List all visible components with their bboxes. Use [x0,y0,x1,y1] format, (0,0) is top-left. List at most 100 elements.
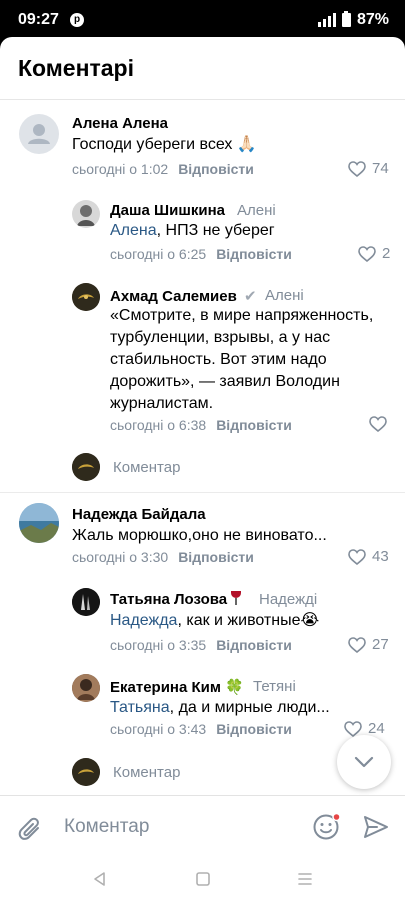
wine-glass-icon [231,591,242,605]
comment-text: Алена, НПЗ не уберег [110,220,275,242]
like-count: 74 [372,160,389,177]
nav-back-button[interactable] [92,871,106,892]
like-count: 43 [372,548,389,565]
comment-body: , да и мирные люди... [169,699,330,716]
comment-text: Надежда, как и животные😭 [110,610,319,632]
comment-meta: сьогодні о 3:35 Відповісти [110,637,292,653]
comment-meta: сьогодні о 3:43 Відповісти [110,721,292,737]
comment-time: сьогодні о 6:38 [110,417,207,433]
comment-input[interactable]: Коментар [64,816,149,838]
my-avatar [72,758,100,786]
reply-button[interactable]: Відповісти [216,721,292,737]
comment-meta: сьогодні о 6:38 Відповісти [110,417,292,433]
comment-time: сьогодні о 3:30 [72,549,169,565]
back-triangle-icon [94,872,105,886]
comment-text-line: турбуленции, взрывы, а у нас [110,329,331,346]
comments-sheet: Коментарі Алена Алена Господи убереги вс… [0,37,405,863]
heart-icon [358,245,376,262]
reply-to-label[interactable]: Тетяні [253,678,296,695]
divider [0,99,405,100]
like-button[interactable]: 74 [348,160,389,177]
mention-link[interactable]: Татьяна [110,699,170,716]
like-button[interactable]: 27 [348,636,389,653]
status-right: 87% [317,11,389,29]
like-count: 27 [372,636,389,653]
page-title: Коментарі [18,55,134,81]
heart-icon [348,548,366,565]
pinterest-icon: p [70,13,84,27]
menu-lines-icon [298,873,312,885]
comment-meta: сьогодні о 1:02 Відповісти [72,161,254,177]
avatar-nadezhda[interactable] [19,503,59,543]
status-time: 09:27 [18,11,59,28]
paperclip-icon [18,817,39,840]
like-button[interactable]: 43 [348,548,389,565]
like-button[interactable]: 2 [358,245,390,262]
reply-to-label[interactable]: Надежді [259,591,317,608]
attach-button[interactable] [18,816,44,849]
heart-icon [344,720,362,737]
reply-button[interactable]: Відповісти [178,549,254,565]
reply-button[interactable]: Відповісти [216,637,292,653]
divider [0,492,405,493]
avatar-tatyana[interactable] [72,588,100,616]
comment-time: сьогодні о 1:02 [72,161,169,177]
reply-to-label[interactable]: Алені [237,202,276,219]
comment-author[interactable]: Ахмад Салемиев ✔ [110,287,257,305]
comment-composer: Коментар [0,795,405,863]
comment-author[interactable]: Надежда Байдала [72,506,206,523]
verified-check-icon: ✔ [244,288,257,305]
comment-text: Татьяна, да и мирные люди... [110,697,330,719]
emoji-button[interactable] [312,812,342,847]
comment-meta: сьогодні о 3:30 Відповісти [72,549,254,565]
comment-text-line: журналистам. [110,395,214,412]
avatar-ekaterina[interactable] [72,674,100,702]
reply-button[interactable]: Відповісти [216,417,292,433]
comment-text: Жаль морюшко,оно не виновато... [72,527,327,544]
signal-icon [317,13,336,27]
comment-time: сьогодні о 3:43 [110,721,207,737]
comment-text: Господи убереги всех 🙏🏻 [72,136,257,153]
thread-reply-input[interactable]: Коментар [113,459,180,476]
avatar-akhmad[interactable] [72,283,100,311]
battery-icon [341,11,351,27]
my-avatar [72,453,100,481]
comment-body: , НПЗ не уберег [156,222,275,239]
avatar-dasha[interactable] [72,200,100,228]
reply-to-label[interactable]: Алені [265,287,304,304]
battery-level: 87% [356,11,389,28]
comment-author[interactable]: Татьяна Лозова [110,591,242,608]
mention-link[interactable]: Алена [110,222,157,239]
like-count: 24 [368,720,385,737]
reply-button[interactable]: Відповісти [178,161,254,177]
avatar-alena[interactable] [19,114,59,154]
thread-reply-input[interactable]: Коментар [113,764,180,781]
clover-emoji: 🍀 [225,679,244,696]
chevron-down-icon [354,756,374,768]
nav-home-button[interactable] [195,871,211,892]
heart-icon [348,160,366,177]
system-nav-bar [0,863,405,900]
comment-meta: сьогодні о 6:25 Відповісти [110,246,292,262]
comment-author[interactable]: Екатерина Ким 🍀 [110,678,244,696]
send-button[interactable] [363,814,389,845]
nav-menu-button[interactable] [296,871,314,892]
smiley-icon [313,812,341,840]
comment-body: , как и животные😭 [177,612,320,629]
heart-icon [369,416,387,432]
comment-author[interactable]: Алена Алена [72,115,168,132]
comment-time: сьогодні о 6:25 [110,246,207,262]
like-count: 2 [382,245,391,262]
scroll-down-button[interactable] [337,735,391,789]
comment-text-line: дорожить», — заявил Володин [110,373,340,390]
comment-author[interactable]: Даша Шишкина [110,202,225,219]
mention-link[interactable]: Надежда [110,612,177,629]
status-bar: 09:27 p 87% [0,0,405,40]
comment-text-line: «Смотрите, в мире напряженность, [110,307,374,324]
comment-time: сьогодні о 3:35 [110,637,207,653]
home-square-icon [196,872,210,886]
reply-button[interactable]: Відповісти [216,246,292,262]
heart-icon [348,636,366,653]
comment-text-line: стабильность. Вот этим надо [110,351,327,368]
like-button[interactable] [369,416,387,432]
